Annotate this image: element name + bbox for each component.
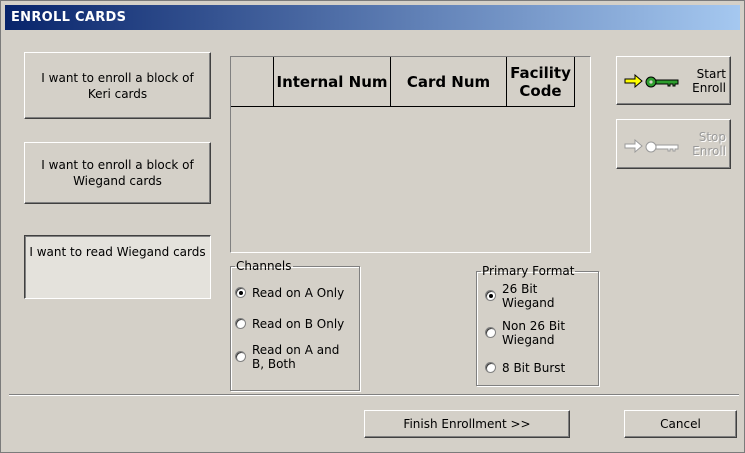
arrow-key-disabled-icon — [624, 138, 679, 154]
finish-enrollment-button[interactable]: Finish Enrollment >> — [364, 410, 570, 438]
channel-option-label: Read on A and B, Both — [252, 343, 340, 371]
enroll-wiegand-block-button[interactable]: I want to enroll a block of Wiegand card… — [24, 142, 211, 204]
radio-icon — [235, 318, 246, 329]
format-option-label: 26 Bit Wiegand — [502, 282, 555, 310]
start-enroll-button[interactable]: Start Enroll — [616, 56, 731, 105]
footer-separator — [9, 394, 739, 396]
format-radio-8bit-burst[interactable]: 8 Bit Burst — [485, 361, 565, 375]
stop-enroll-button[interactable]: Stop Enroll — [616, 119, 731, 169]
enroll-keri-block-button[interactable]: I want to enroll a block of Keri cards — [24, 52, 211, 119]
read-wiegand-label: I want to read Wiegand cards — [29, 245, 206, 259]
card-grid[interactable]: Internal Num Card Num Facility Code — [230, 56, 591, 253]
radio-icon — [235, 351, 246, 362]
cancel-label: Cancel — [660, 417, 701, 431]
format-radio-26bit[interactable]: 26 Bit Wiegand — [485, 282, 585, 310]
format-option-label: Non 26 Bit Wiegand — [502, 319, 566, 347]
cancel-button[interactable]: Cancel — [624, 410, 737, 438]
grid-header-facility-code[interactable]: Facility Code — [507, 57, 575, 107]
enroll-cards-window: ENROLL CARDS I want to enroll a block of… — [0, 0, 745, 453]
start-enroll-label: Start Enroll — [692, 67, 726, 95]
radio-icon — [485, 327, 496, 338]
window-title: ENROLL CARDS — [11, 10, 127, 25]
enroll-keri-block-label: I want to enroll a block of Keri cards — [41, 70, 194, 101]
stop-enroll-label: Stop Enroll — [692, 130, 726, 158]
grid-header-corner — [231, 57, 274, 107]
grid-header-internal-num[interactable]: Internal Num — [274, 57, 391, 107]
radio-selected-icon — [235, 287, 246, 298]
channel-radio-a-only[interactable]: Read on A Only — [235, 286, 344, 300]
title-bar: ENROLL CARDS — [5, 5, 740, 30]
finish-enrollment-label: Finish Enrollment >> — [403, 417, 531, 431]
read-wiegand-button[interactable]: I want to read Wiegand cards — [24, 235, 211, 299]
channel-option-label: Read on B Only — [252, 317, 345, 331]
arrow-key-icon — [624, 73, 679, 89]
channel-option-label: Read on A Only — [252, 286, 345, 300]
format-option-label: 8 Bit Burst — [502, 361, 566, 375]
enroll-wiegand-block-label: I want to enroll a block of Wiegand card… — [41, 158, 194, 188]
format-radio-non26bit[interactable]: Non 26 Bit Wiegand — [485, 319, 585, 347]
radio-selected-icon — [485, 290, 496, 301]
channel-radio-a-and-b[interactable]: Read on A and B, Both — [235, 343, 345, 371]
grid-header-card-num[interactable]: Card Num — [391, 57, 507, 107]
channels-legend: Channels — [236, 259, 292, 273]
radio-icon — [485, 362, 496, 373]
primary-format-legend: Primary Format — [482, 264, 575, 278]
channel-radio-b-only[interactable]: Read on B Only — [235, 317, 344, 331]
